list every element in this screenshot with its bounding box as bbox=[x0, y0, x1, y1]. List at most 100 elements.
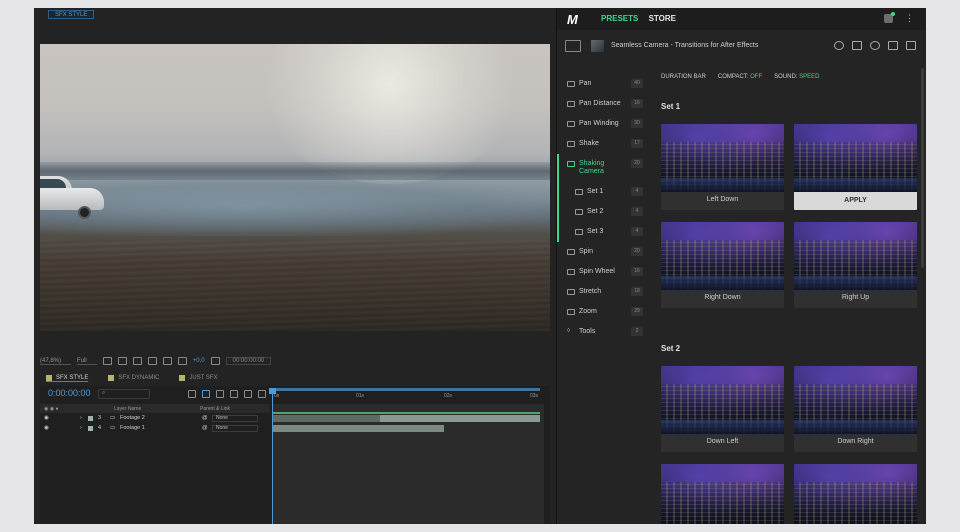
transparency-icon[interactable] bbox=[147, 357, 157, 365]
exposure-value[interactable]: +0,0 bbox=[193, 358, 205, 364]
folder-icon bbox=[575, 229, 583, 235]
layer-name-header[interactable]: Layer Name bbox=[114, 406, 141, 412]
timeline-tabs: SFX STYLE SFX DYNAMIC JUST SFX bbox=[40, 372, 550, 384]
layer-bar-overlap[interactable] bbox=[380, 415, 540, 422]
footage-icon: ▭ bbox=[110, 415, 116, 421]
pickwhip-icon[interactable]: @ bbox=[202, 425, 208, 431]
footage-icon: ▭ bbox=[110, 425, 116, 431]
after-effects-area: SFX STYLE (47,8%) Full +0,0 00:00:00:00 … bbox=[34, 8, 556, 524]
folder-icon bbox=[575, 209, 583, 215]
camera-icon[interactable] bbox=[210, 357, 220, 365]
preset-card[interactable]: Left Down bbox=[661, 124, 784, 210]
layer-name[interactable]: Footage 2 bbox=[120, 415, 145, 421]
layer-name[interactable]: Footage 1 bbox=[120, 425, 145, 431]
motion-blur-icon[interactable] bbox=[244, 390, 252, 398]
view-icon[interactable] bbox=[162, 357, 172, 365]
settings-icon[interactable] bbox=[870, 41, 880, 50]
zoom-select[interactable]: (47,8%) bbox=[40, 358, 72, 365]
set-heading: Set 1 bbox=[661, 102, 681, 111]
layer-search-input[interactable]: ⌕ bbox=[98, 389, 150, 399]
playhead-handle[interactable] bbox=[269, 388, 276, 394]
sound-icon[interactable] bbox=[906, 41, 916, 50]
mask-icon[interactable] bbox=[117, 357, 127, 365]
pickwhip-icon[interactable]: @ bbox=[202, 415, 208, 421]
eye-icon[interactable]: ◉ bbox=[44, 415, 49, 421]
preset-card[interactable]: Down Right bbox=[794, 366, 917, 452]
tab-store[interactable]: STORE bbox=[649, 14, 676, 23]
timeline-tools bbox=[188, 390, 266, 398]
graph-editor-icon[interactable] bbox=[258, 390, 266, 398]
notification-icon[interactable] bbox=[884, 12, 895, 23]
layer-row[interactable]: ◉ › 4 ▭ Footage 1 @ None bbox=[40, 424, 270, 433]
parent-select[interactable]: None bbox=[212, 425, 258, 432]
ruler-label: 02s bbox=[444, 393, 453, 399]
preset-label: Left Down bbox=[706, 196, 739, 203]
options-bar: DURATION BAR COMPACT: OFF SOUND: SPEED bbox=[661, 74, 820, 80]
preset-card[interactable] bbox=[794, 464, 917, 524]
region-icon[interactable] bbox=[132, 357, 142, 365]
tab-presets[interactable]: PRESETS bbox=[601, 14, 638, 23]
folder-icon bbox=[575, 189, 583, 195]
label-color-swatch[interactable] bbox=[88, 426, 93, 431]
sound-toggle[interactable]: SOUND: SPEED bbox=[774, 74, 819, 80]
duration-bar-toggle[interactable]: DURATION BAR bbox=[661, 74, 706, 80]
preset-card-hovered[interactable]: APPLY bbox=[794, 124, 917, 210]
timeline-tab[interactable]: JUST SFX bbox=[179, 375, 218, 381]
shy-icon[interactable] bbox=[216, 390, 224, 398]
viewer-toolbar: (47,8%) Full +0,0 00:00:00:00 bbox=[40, 354, 550, 368]
viewer-timecode[interactable]: 00:00:00:00 bbox=[225, 357, 272, 365]
composition-viewer[interactable] bbox=[40, 44, 550, 331]
book-icon[interactable] bbox=[852, 41, 862, 50]
set-heading: Set 2 bbox=[661, 344, 681, 353]
resolution-select[interactable]: Full bbox=[77, 358, 97, 365]
work-area-bar[interactable] bbox=[272, 388, 540, 391]
app-window: SFX STYLE (47,8%) Full +0,0 00:00:00:00 … bbox=[34, 8, 926, 524]
timeline-tab[interactable]: SFX DYNAMIC bbox=[108, 375, 159, 381]
preset-label: Right Up bbox=[841, 294, 870, 301]
comp-mini-flowchart-icon[interactable] bbox=[188, 390, 196, 398]
preset-label: Right Down bbox=[704, 294, 741, 301]
expand-icon[interactable]: › bbox=[80, 415, 82, 421]
parent-select[interactable]: None bbox=[212, 415, 258, 422]
timeline-panel: 0:00:00:00 ⌕ 0s 01s 02s 03s ◉ ◉ ● Layer … bbox=[40, 386, 550, 524]
track-area[interactable] bbox=[269, 388, 544, 524]
tools-icon: ⬨ bbox=[567, 327, 571, 334]
preset-card[interactable]: Right Up bbox=[794, 222, 917, 308]
grid-icon[interactable] bbox=[102, 357, 112, 365]
preset-card[interactable] bbox=[661, 464, 784, 524]
comp-color-swatch bbox=[179, 375, 186, 381]
eye-icon[interactable]: ◉ bbox=[44, 425, 49, 431]
parent-header[interactable]: Parent & Link bbox=[200, 406, 230, 412]
time-ruler[interactable]: 0s 01s 02s 03s bbox=[272, 388, 544, 402]
category-sidebar: Pan 40 Pan Distance 16 Pan Winding 30 Shake… bbox=[557, 66, 647, 524]
folder-icon bbox=[567, 249, 575, 255]
current-timecode[interactable]: 0:00:00:00 bbox=[48, 388, 91, 398]
label-color-swatch[interactable] bbox=[88, 416, 93, 421]
panel-nav: PRESETS STORE bbox=[601, 14, 676, 23]
current-time-indicator[interactable] bbox=[272, 388, 273, 524]
car-image bbox=[40, 174, 110, 222]
layer-row[interactable]: ◉ › 3 ▭ Footage 2 @ None bbox=[40, 414, 270, 423]
preset-card[interactable]: Down Left bbox=[661, 366, 784, 452]
folder-icon[interactable] bbox=[565, 40, 581, 52]
apply-button[interactable]: APPLY bbox=[794, 192, 917, 210]
timeline-tab[interactable]: SFX STYLE bbox=[46, 374, 89, 382]
color-icon[interactable] bbox=[177, 357, 187, 365]
composition-tab[interactable]: SFX STYLE bbox=[48, 10, 95, 19]
grid-view-icon[interactable] bbox=[888, 41, 898, 50]
panel-header: M PRESETS STORE ⋮ bbox=[557, 8, 926, 30]
active-indicator bbox=[557, 154, 559, 242]
frame-blend-icon[interactable] bbox=[230, 390, 238, 398]
search-icon[interactable] bbox=[834, 41, 844, 50]
pack-title[interactable]: Seamless Camera - Transitions for After … bbox=[611, 42, 758, 49]
more-options-icon[interactable]: ⋮ bbox=[905, 13, 914, 24]
presets-scrollbar[interactable] bbox=[921, 68, 924, 268]
layer-column-headers: ◉ ◉ ● Layer Name Parent & Link bbox=[40, 404, 270, 413]
comp-color-swatch bbox=[108, 375, 115, 381]
expand-icon[interactable]: › bbox=[80, 425, 82, 431]
preset-label: Down Right bbox=[837, 438, 874, 445]
layer-bar[interactable] bbox=[272, 425, 444, 432]
preset-card[interactable]: Right Down bbox=[661, 222, 784, 308]
compact-toggle[interactable]: COMPACT: OFF bbox=[718, 74, 762, 80]
draft-3d-icon[interactable] bbox=[202, 390, 210, 398]
